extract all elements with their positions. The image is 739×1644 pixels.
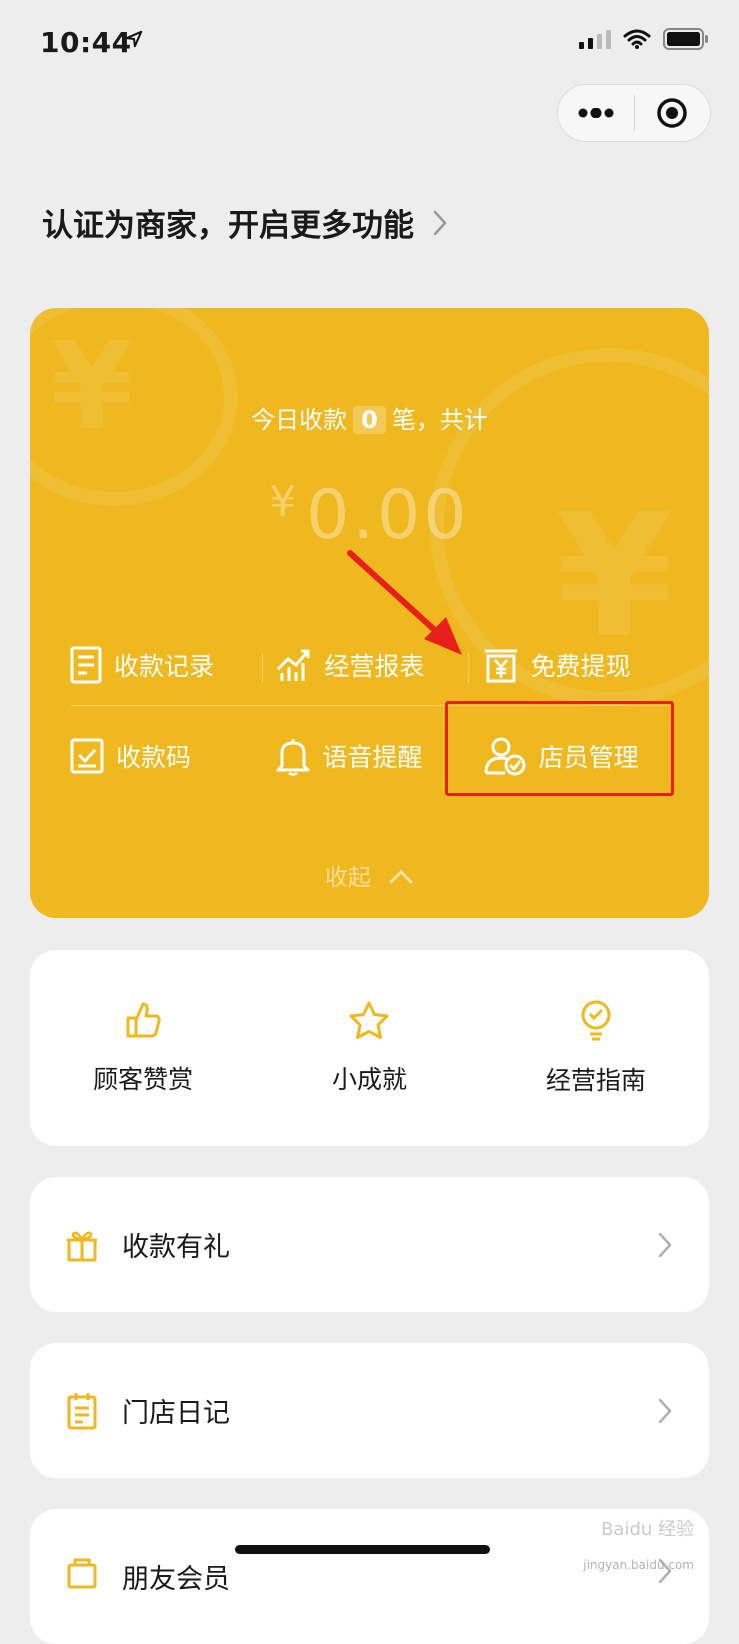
currency-symbol: ¥: [269, 477, 297, 526]
business-guide-label: 经营指南: [545, 1066, 646, 1095]
today-prefix: 今日收款: [251, 406, 348, 434]
list-item-payment-gift[interactable]: 收款有礼: [30, 1177, 709, 1312]
highlight-box: [445, 701, 674, 796]
amount-value: 0.00: [306, 476, 470, 555]
free-withdraw-label: 免费提现: [530, 652, 631, 681]
location-arrow-icon: [125, 30, 143, 48]
miniprogram-capsule: [557, 84, 711, 142]
document-icon: [70, 646, 102, 684]
collapse-label: 收起: [324, 865, 371, 891]
close-miniprogram-button[interactable]: [635, 85, 711, 141]
payment-gift-label: 收款有礼: [122, 1232, 230, 1263]
chevron-up-icon: [389, 869, 413, 884]
notepad-icon: [67, 1392, 97, 1429]
list-item-store-diary[interactable]: 门店日记: [30, 1343, 709, 1478]
today-count: 0: [353, 406, 386, 434]
free-withdraw-button[interactable]: 免费提现: [483, 646, 689, 684]
more-button[interactable]: [558, 85, 634, 141]
signal-icon: [579, 30, 611, 49]
watermark-url: jingyan.baidu.com: [583, 1558, 694, 1572]
feature-card: 顾客赞赏 小成就 经营指南: [30, 950, 709, 1146]
member-card-icon: [67, 1558, 97, 1589]
business-guide-button[interactable]: 经营指南: [483, 950, 709, 1146]
chevron-right-icon: [658, 1398, 672, 1423]
star-icon: [349, 1001, 389, 1039]
thumbs-up-icon: [126, 1002, 161, 1038]
achievements-label: 小成就: [331, 1065, 407, 1094]
target-icon: [657, 98, 687, 128]
bg-decoration-yen: ¥: [50, 318, 134, 457]
chevron-right-icon: [433, 210, 447, 235]
verify-text: 认证为商家，开启更多功能: [42, 208, 414, 244]
checked-box-icon: [70, 738, 104, 774]
store-diary-label: 门店日记: [122, 1398, 230, 1429]
payment-records-button[interactable]: 收款记录: [70, 646, 276, 684]
divider: [262, 653, 263, 683]
gift-icon: [67, 1231, 97, 1261]
today-amount: ¥0.00: [30, 476, 709, 555]
trend-chart-icon: [277, 649, 310, 681]
withdraw-yen-icon: [484, 649, 517, 683]
today-summary: 今日收款 0 笔，共计: [30, 400, 709, 435]
more-dots-icon: [578, 108, 614, 118]
friend-member-label: 朋友会员: [122, 1564, 230, 1595]
home-indicator[interactable]: [235, 1545, 490, 1554]
customer-tips-label: 顾客赞赏: [93, 1065, 194, 1094]
collapse-button[interactable]: 收起: [30, 858, 709, 892]
today-suffix: 笔，共计: [391, 406, 488, 434]
chevron-right-icon: [658, 1232, 672, 1257]
merchant-verify-banner[interactable]: 认证为商家，开启更多功能: [42, 200, 448, 245]
payment-code-button[interactable]: 收款码: [70, 736, 276, 776]
lightbulb-icon: [581, 1000, 611, 1041]
payment-code-label: 收款码: [116, 743, 192, 772]
annotation-arrow: [347, 550, 462, 655]
payment-records-label: 收款记录: [114, 652, 215, 681]
achievements-button[interactable]: 小成就: [256, 950, 482, 1146]
watermark-brand: Baidu 经验: [601, 1519, 694, 1540]
customer-tips-button[interactable]: 顾客赞赏: [30, 950, 256, 1146]
battery-icon: [663, 28, 708, 50]
wifi-icon: [623, 29, 651, 49]
bell-icon: [276, 739, 310, 776]
status-time: 10:44: [40, 26, 132, 59]
status-indicators: [579, 28, 709, 50]
voice-reminder-label: 语音提醒: [322, 743, 423, 772]
